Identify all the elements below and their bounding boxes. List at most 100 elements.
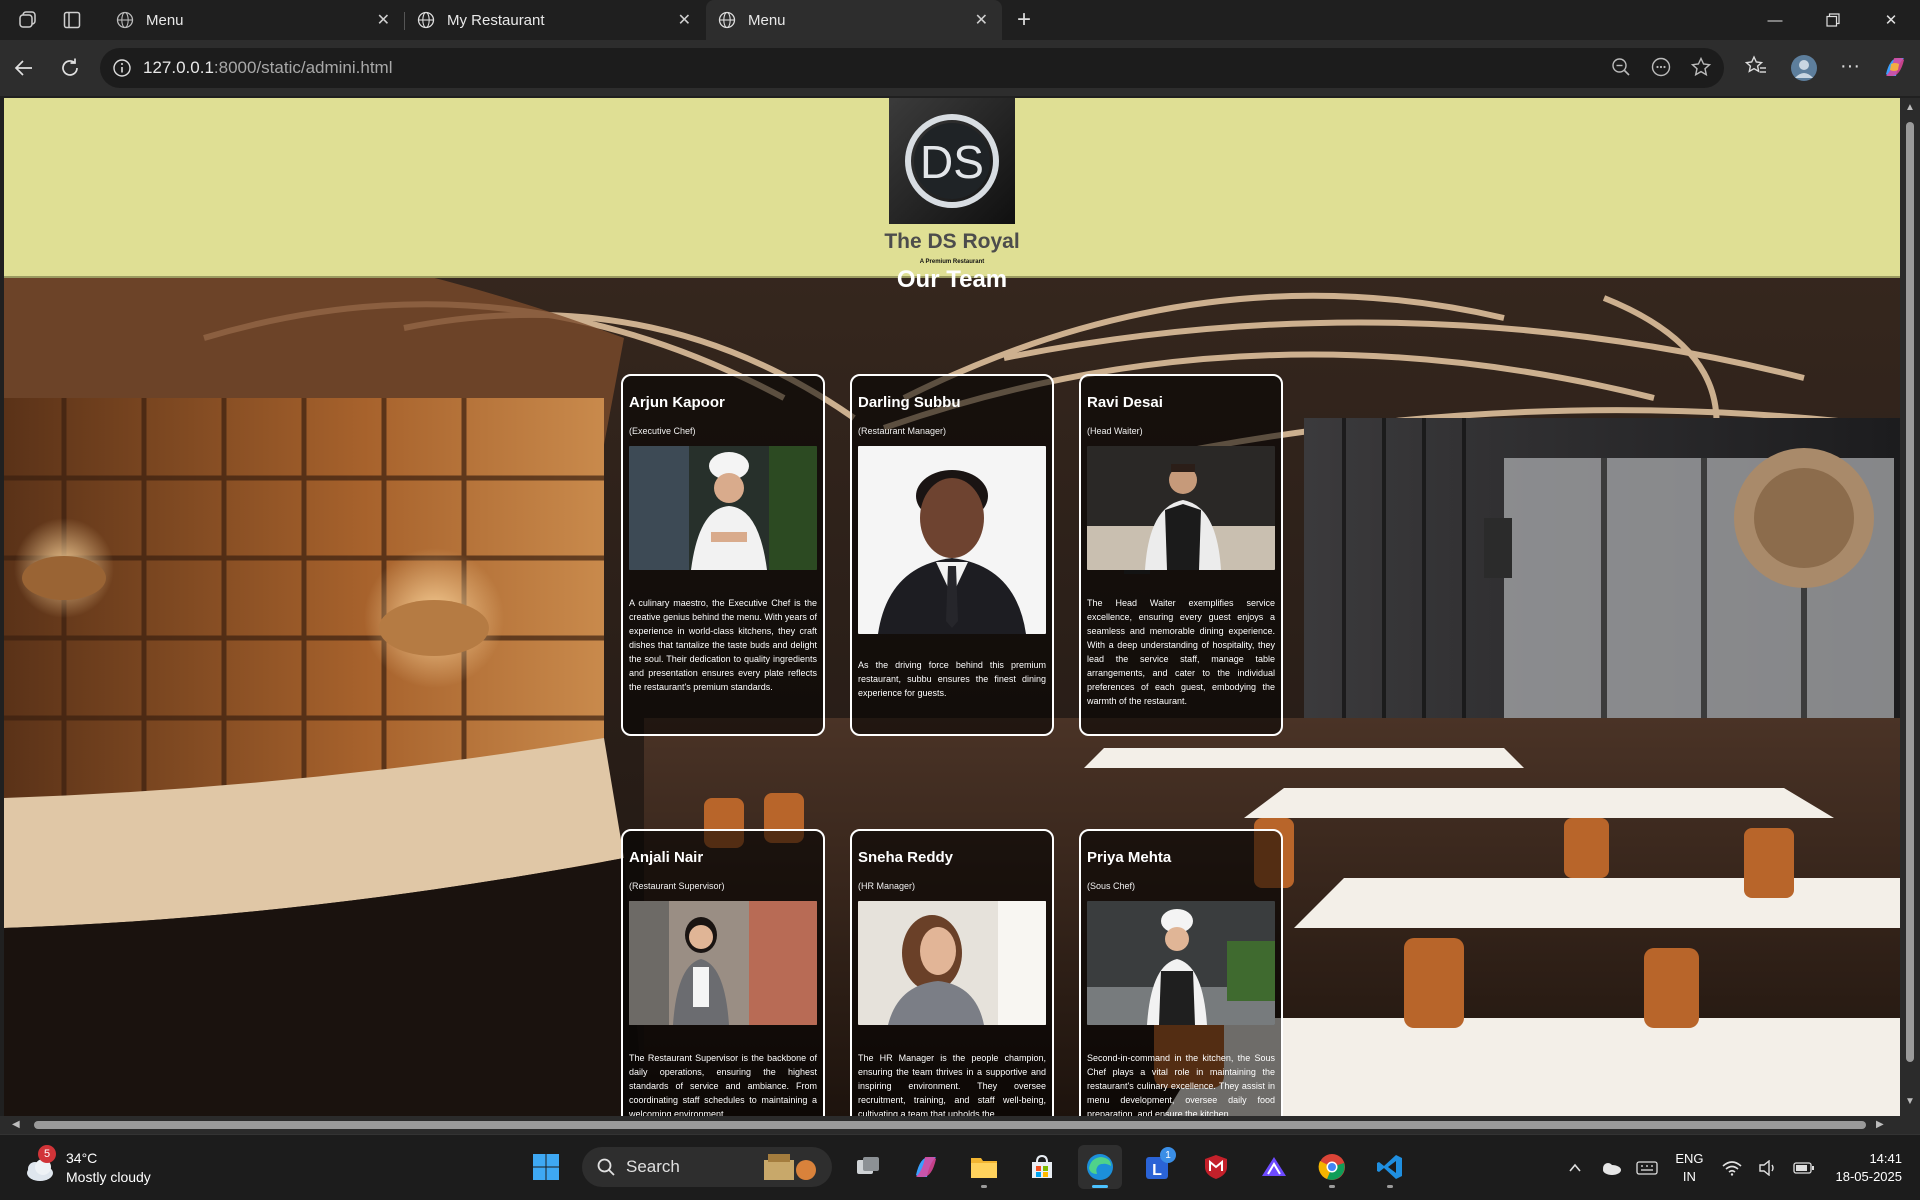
- more-tools-icon[interactable]: [1650, 56, 1672, 83]
- vertical-scrollbar[interactable]: ▲ ▼: [1900, 98, 1920, 1116]
- globe-icon: [116, 11, 134, 29]
- clock-time: 14:41: [1869, 1151, 1902, 1166]
- close-tab-icon[interactable]: ✕: [377, 10, 390, 30]
- member-name: Sneha Reddy: [858, 849, 954, 866]
- member-role: (Restaurant Manager): [858, 426, 947, 436]
- lang-code: ENG: [1675, 1151, 1704, 1166]
- member-description: Second-in-command in the kitchen, the So…: [1087, 1053, 1275, 1116]
- chrome-icon[interactable]: [1310, 1145, 1354, 1189]
- site-info-icon[interactable]: [112, 58, 132, 83]
- microsoft-store-icon[interactable]: [1020, 1145, 1064, 1189]
- vertical-tabs-icon[interactable]: [60, 8, 84, 32]
- vscode-icon[interactable]: [1368, 1145, 1412, 1189]
- taskbar-search[interactable]: Search: [582, 1147, 832, 1187]
- onedrive-cloud-icon[interactable]: [1593, 1160, 1629, 1176]
- zoom-out-icon[interactable]: [1610, 56, 1632, 83]
- url-text: 127.0.0.1:8000/static/admini.html: [143, 58, 393, 78]
- workspaces-icon[interactable]: [16, 8, 40, 32]
- member-name: Arjun Kapoor: [629, 394, 725, 411]
- restore-icon[interactable]: [1804, 0, 1862, 40]
- new-tab-icon[interactable]: +: [1010, 6, 1038, 34]
- chevron-up-icon[interactable]: [1557, 1160, 1593, 1176]
- tab-my-restaurant[interactable]: My Restaurant ✕: [405, 0, 705, 40]
- tab-menu-1[interactable]: Menu ✕: [104, 0, 404, 40]
- url-host: 127.0.0.1: [143, 58, 214, 77]
- scroll-left-arrow-icon[interactable]: ◀: [12, 1119, 20, 1130]
- tab-title: My Restaurant: [447, 11, 545, 29]
- scroll-up-arrow-icon[interactable]: ▲: [1905, 102, 1915, 113]
- hr-photo: [858, 901, 1046, 1025]
- member-name: Priya Mehta: [1087, 849, 1172, 866]
- profile-avatar-icon[interactable]: [1790, 54, 1818, 87]
- team-card-ravi-desai: Ravi Desai (Head Waiter) The Head Waiter…: [1079, 374, 1283, 736]
- file-explorer-icon[interactable]: [962, 1145, 1006, 1189]
- address-bar[interactable]: 127.0.0.1:8000/static/admini.html: [100, 48, 1724, 88]
- windows-taskbar: 5 34°C Mostly cloudy Search L 1 ENG IN 1…: [0, 1134, 1920, 1200]
- member-description: The Restaurant Supervisor is the backbon…: [629, 1053, 817, 1116]
- edge-browser-icon[interactable]: [1078, 1145, 1122, 1189]
- member-description: As the driving force behind this premium…: [858, 660, 1046, 698]
- wifi-icon[interactable]: [1714, 1160, 1750, 1176]
- chef-photo: [629, 446, 817, 570]
- close-tab-icon[interactable]: ✕: [678, 10, 691, 30]
- clock[interactable]: 14:41 18-05-2025: [1836, 1150, 1903, 1186]
- supervisor-photo: [629, 901, 817, 1025]
- battery-icon[interactable]: [1786, 1161, 1822, 1175]
- team-card-darling-subbu: Darling Subbu (Restaurant Manager) As th…: [850, 374, 1054, 736]
- settings-more-icon[interactable]: ···: [1840, 54, 1860, 87]
- team-card-anjali-nair: Anjali Nair (Restaurant Supervisor) The …: [621, 829, 825, 1116]
- svg-text:L: L: [1152, 1162, 1162, 1179]
- running-indicator: [1329, 1185, 1335, 1188]
- language-indicator[interactable]: ENG IN: [1675, 1150, 1703, 1186]
- search-icon: [597, 1158, 615, 1176]
- back-icon[interactable]: [10, 54, 38, 82]
- start-button[interactable]: [524, 1145, 568, 1189]
- tab-menu-active[interactable]: Menu ✕: [706, 0, 1002, 40]
- tab-title: Menu: [748, 11, 786, 29]
- refresh-icon[interactable]: [56, 54, 84, 82]
- url-path: :8000/static/admini.html: [213, 58, 393, 77]
- ds-logo[interactable]: DS: [889, 98, 1015, 224]
- page-viewport: DS The DS Royal A Premium Restaurant Our…: [4, 98, 1900, 1116]
- member-description: The Head Waiter exemplifies service exce…: [1087, 598, 1275, 706]
- sous-chef-photo: [1087, 901, 1275, 1025]
- address-toolbar: 127.0.0.1:8000/static/admini.html ···: [0, 40, 1920, 96]
- vertical-scroll-thumb[interactable]: [1906, 122, 1914, 1062]
- mail-badge: 1: [1160, 1147, 1176, 1163]
- scroll-down-arrow-icon[interactable]: ▼: [1905, 1096, 1915, 1107]
- favorites-icon[interactable]: [1744, 54, 1768, 87]
- team-card-priya-mehta: Priya Mehta (Sous Chef) Second-in-comman…: [1079, 829, 1283, 1116]
- task-view-icon[interactable]: [846, 1145, 890, 1189]
- member-name: Darling Subbu: [858, 394, 961, 411]
- keyboard-icon[interactable]: [1629, 1160, 1665, 1176]
- close-window-icon[interactable]: ✕: [1862, 0, 1920, 40]
- search-label: Search: [626, 1157, 680, 1176]
- scroll-right-arrow-icon[interactable]: ▶: [1876, 1119, 1884, 1130]
- running-indicator: [981, 1185, 987, 1188]
- running-indicator: [1387, 1185, 1393, 1188]
- member-role: (Executive Chef): [629, 426, 696, 436]
- volume-icon[interactable]: [1750, 1160, 1786, 1176]
- weather-widget[interactable]: 5 34°C Mostly cloudy: [22, 1145, 151, 1187]
- temperature: 34°C: [66, 1150, 98, 1166]
- manager-photo: [858, 446, 1046, 634]
- member-name: Anjali Nair: [629, 849, 704, 866]
- proton-vpn-icon[interactable]: [1252, 1145, 1296, 1189]
- copilot-app-icon[interactable]: [904, 1145, 948, 1189]
- site-header: DS The DS Royal A Premium Restaurant: [4, 98, 1900, 278]
- horizontal-scroll-thumb[interactable]: [34, 1121, 1866, 1129]
- copilot-icon[interactable]: [1882, 54, 1908, 87]
- close-tab-icon[interactable]: ✕: [975, 10, 988, 30]
- member-description: The HR Manager is the people champion, e…: [858, 1053, 1046, 1116]
- clock-date: 18-05-2025: [1835, 1169, 1903, 1184]
- windows-logo-icon: [533, 1154, 559, 1180]
- favorite-star-icon[interactable]: [1690, 56, 1712, 83]
- logo-text: DS: [920, 136, 984, 188]
- member-role: (Restaurant Supervisor): [629, 881, 725, 891]
- mail-app-icon[interactable]: L 1: [1136, 1145, 1180, 1189]
- minimize-icon[interactable]: —: [1746, 0, 1804, 40]
- mcafee-icon[interactable]: [1194, 1145, 1238, 1189]
- horizontal-scrollbar[interactable]: ◀ ▶: [0, 1116, 1920, 1134]
- brand-tagline: A Premium Restaurant: [919, 259, 985, 265]
- brand-name: The DS Royal: [884, 230, 1020, 253]
